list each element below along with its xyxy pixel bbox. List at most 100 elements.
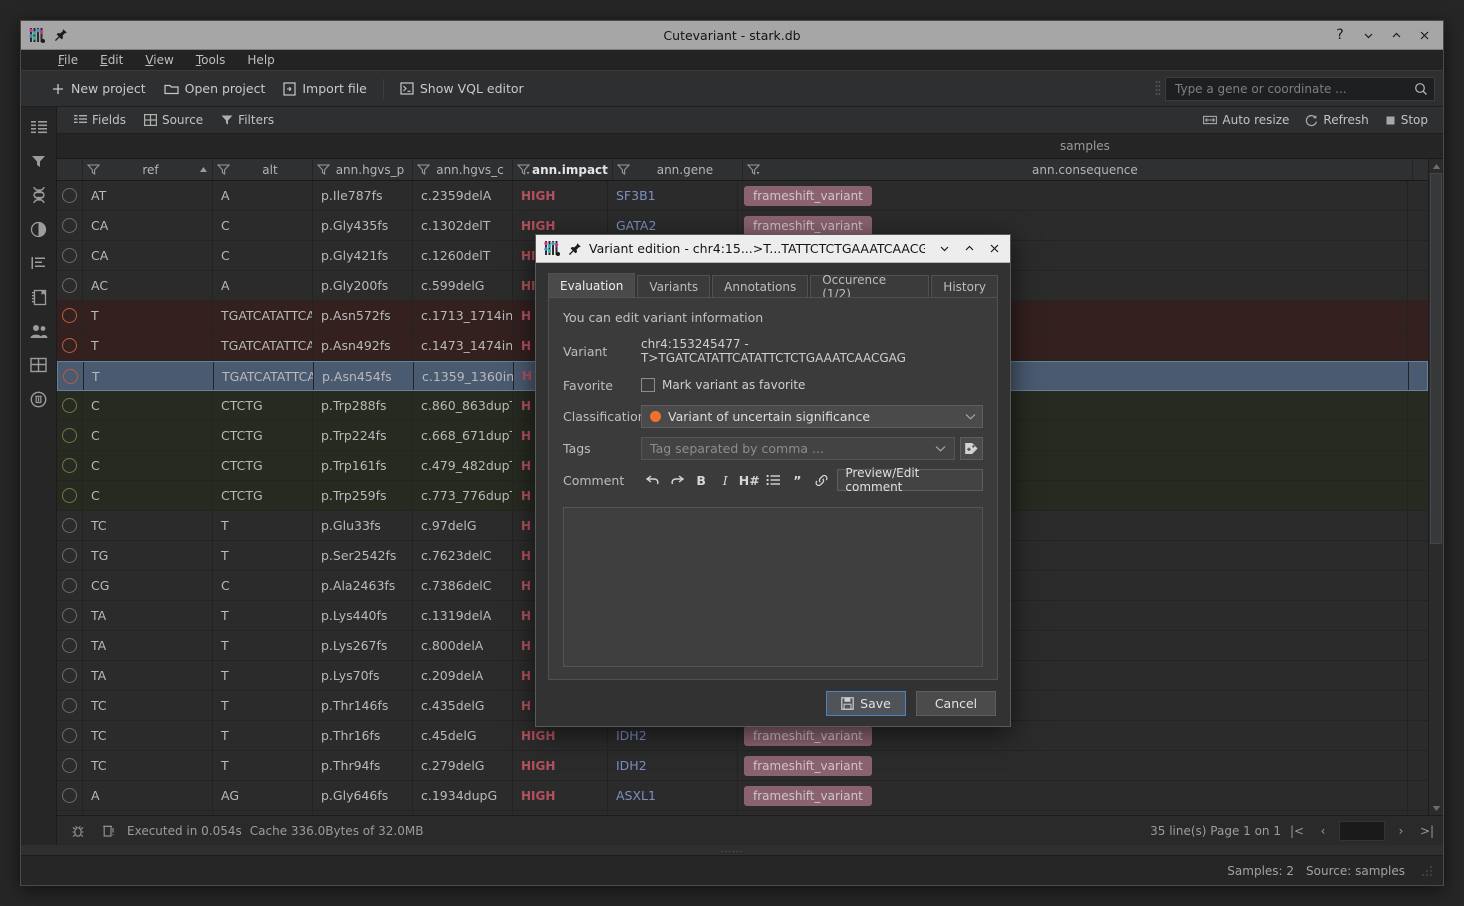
row-select-knob[interactable] [57,721,83,750]
row-select-knob[interactable] [57,421,83,450]
gene-link[interactable]: GATA2 [616,218,656,233]
row-select-knob[interactable] [57,241,83,270]
rail-item-contrast[interactable] [25,217,53,241]
heading-button[interactable]: H# [737,469,761,491]
column-header-ref[interactable]: ref [83,159,213,180]
scroll-up-arrow[interactable] [1429,159,1443,173]
tab-annotations[interactable]: Annotations [712,275,809,298]
quote-button[interactable]: ” [785,469,809,491]
new-project-button[interactable]: New project [43,77,154,100]
bullet-list-icon[interactable] [761,469,785,491]
tab-occurence-1-2[interactable]: Occurence (1/2) [810,273,930,301]
chevron-down-icon[interactable] [931,445,950,452]
rail-item-grid[interactable] [25,353,53,377]
column-header-ann_impact[interactable]: ann.impact [513,159,613,180]
pin-icon[interactable] [54,28,68,42]
filters-button[interactable]: Filters [214,110,281,130]
close-button[interactable] [1411,24,1437,46]
save-button[interactable]: Save [826,690,906,716]
column-filter-icon[interactable] [87,163,102,176]
row-select-knob[interactable] [57,691,83,720]
column-header-ann_conseq[interactable]: ann.consequence [743,159,1413,180]
scrollbar-track[interactable] [1429,173,1443,801]
menu-tools[interactable]: Tools [185,51,237,69]
window-resize-grip[interactable] [1417,865,1433,877]
dialog-maximize-button[interactable] [957,238,981,260]
gene-link[interactable]: IDH2 [616,758,647,773]
help-button[interactable]: ? [1327,24,1353,46]
column-header-ann_hgvs_c[interactable]: ann.hgvs_c [413,159,513,180]
minimize-button[interactable] [1355,24,1381,46]
row-select-knob[interactable] [57,211,83,240]
page-input[interactable] [1339,820,1385,841]
rail-item-source[interactable] [25,251,53,275]
column-filter-icon[interactable] [517,163,532,176]
next-page-button[interactable]: › [1391,821,1411,841]
pin-icon[interactable] [568,242,582,256]
table-row[interactable]: TC Tp.Thr94fs c.279delG HIGH IDH2 frameshift_… [57,751,1428,781]
cache-icon[interactable] [97,820,119,842]
cancel-button[interactable]: Cancel [916,690,996,716]
column-header-ann_gene[interactable]: ann.gene [613,159,743,180]
refresh-button[interactable]: Refresh [1298,110,1375,130]
bug-icon[interactable] [67,820,89,842]
menu-file[interactable]: FFileile [47,51,89,69]
tags-input[interactable]: Tag separated by comma ... [641,437,955,460]
menu-edit[interactable]: Edit [89,51,134,69]
source-button[interactable]: Source [137,110,210,130]
last-page-button[interactable]: >| [1417,821,1437,841]
menu-help[interactable]: Help [236,51,285,69]
row-select-knob[interactable] [57,481,83,510]
row-select-knob[interactable] [57,511,83,540]
vertical-scrollbar[interactable] [1428,159,1443,815]
row-select-knob[interactable] [57,331,83,360]
row-select-knob[interactable] [57,631,83,660]
dialog-minimize-button[interactable] [932,238,956,260]
rail-item-filters[interactable] [25,149,53,173]
classification-select[interactable]: Variant of uncertain significance [641,405,983,428]
rail-item-trash[interactable] [25,387,53,411]
maximize-button[interactable] [1383,24,1409,46]
stop-button[interactable]: Stop [1378,110,1435,130]
show-vql-editor-button[interactable]: Show VQL editor [392,77,532,100]
row-select-knob[interactable] [57,541,83,570]
column-header-ann_hgvs_p[interactable]: ann.hgvs_p [313,159,413,180]
link-icon[interactable] [809,469,833,491]
drag-grip-icon[interactable] [1155,79,1165,99]
rail-item-variants[interactable] [25,183,53,207]
prev-page-button[interactable]: ‹ [1313,821,1333,841]
row-select-knob[interactable] [57,781,83,810]
rail-item-notebook[interactable] [25,285,53,309]
fields-button[interactable]: Fields [67,110,133,130]
column-filter-icon[interactable] [317,163,332,176]
table-row[interactable]: A AG p.Gly646fs c.1934dupG HIGH ASXL1 frameshi… [57,781,1428,811]
undo-icon[interactable] [641,469,665,491]
rail-item-samples[interactable] [25,319,53,343]
row-select-knob[interactable] [57,271,83,300]
column-filter-icon[interactable] [616,163,632,176]
table-row[interactable]: AAGp.Gly585fsc.1751dupGHIGHASXL1frameshi… [57,811,1428,815]
search-icon[interactable] [1414,82,1428,96]
row-select-knob[interactable] [57,601,83,630]
column-filter-icon[interactable] [217,163,232,176]
table-row[interactable]: AT Ap.Ile787fs c.2359delA HIGH SF3B1 frameshi… [57,181,1428,211]
favorite-checkbox[interactable] [641,378,655,392]
add-tag-button[interactable] [960,437,983,460]
panel-resize-handle[interactable]: ...... [21,845,1443,855]
comment-textarea[interactable] [563,507,983,667]
menu-view[interactable]: View [134,51,184,69]
row-select-knob[interactable] [57,181,83,210]
row-select-knob[interactable] [57,571,83,600]
scroll-down-arrow[interactable] [1429,801,1443,815]
gene-link[interactable]: SF3B1 [616,188,656,203]
row-select-knob[interactable] [57,451,83,480]
search-input[interactable] [1175,81,1408,96]
row-select-knob[interactable] [57,301,83,330]
column-filter-icon[interactable] [746,163,762,176]
redo-icon[interactable] [665,469,689,491]
search-box[interactable] [1165,76,1435,101]
preview-edit-comment-button[interactable]: Preview/Edit comment [837,466,984,494]
column-header-sel[interactable] [57,159,83,180]
row-select-knob[interactable] [57,661,83,690]
sort-ascending-icon[interactable] [199,165,208,174]
